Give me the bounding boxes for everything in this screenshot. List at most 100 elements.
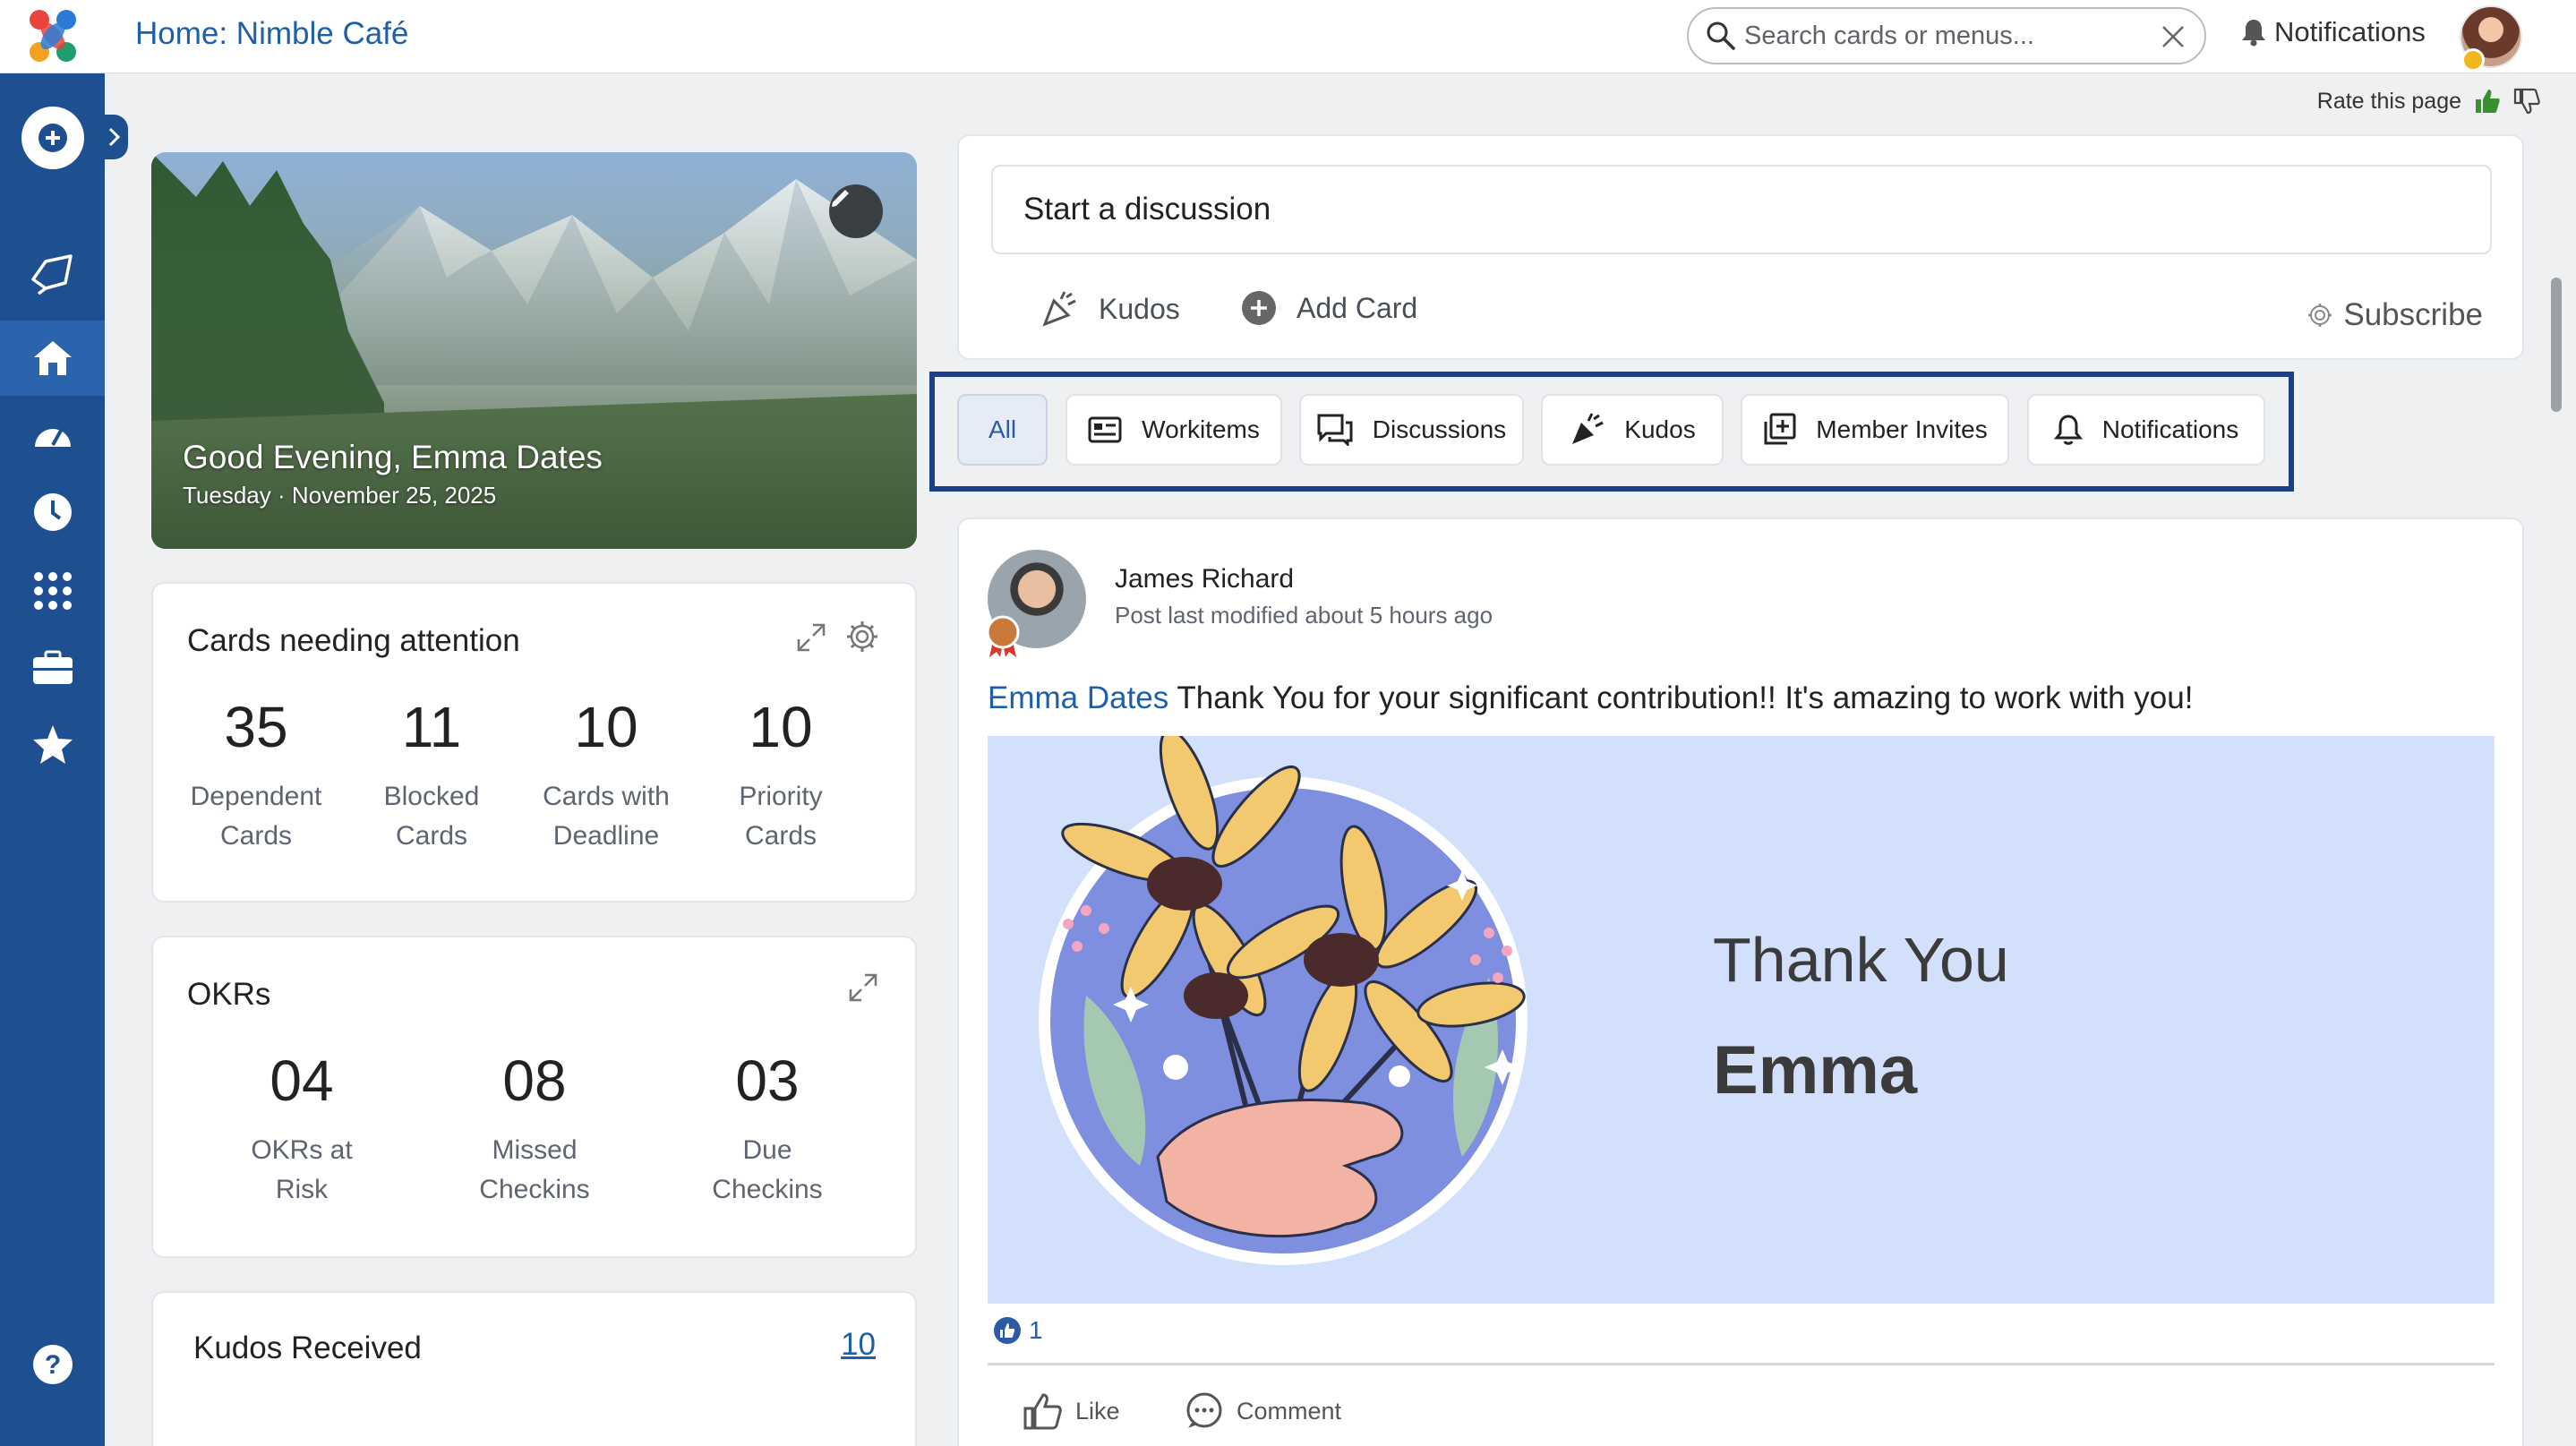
post-message: Emma Dates Thank You for your significan…	[988, 680, 2193, 716]
like-reaction-icon	[994, 1317, 1021, 1344]
search-icon	[1703, 18, 1739, 54]
greeting-date: Tuesday · November 25, 2025	[183, 482, 497, 509]
help-button[interactable]: ?	[0, 1329, 105, 1400]
metric-label: Missed	[492, 1135, 578, 1165]
settings-gear-icon[interactable]	[845, 620, 879, 654]
nav-favorites[interactable]	[0, 708, 105, 780]
like-button[interactable]: Like	[1023, 1392, 1120, 1430]
search-box[interactable]	[1687, 7, 2206, 64]
nav-home[interactable]	[0, 321, 105, 396]
reaction-count[interactable]: 1	[993, 1316, 1043, 1345]
expand-icon[interactable]	[847, 971, 879, 1004]
kudos-image-line-2: Emma	[1713, 1032, 1918, 1108]
apps-grid-icon	[33, 572, 72, 610]
add-icon	[21, 107, 84, 169]
metric-label: Dependent	[190, 782, 322, 811]
nav-work[interactable]	[0, 632, 105, 704]
start-discussion-input[interactable]: Start a discussion	[991, 165, 2492, 254]
okrs-title: OKRs	[187, 977, 271, 1012]
add-member-icon	[1764, 413, 1796, 445]
medal-badge-icon	[986, 615, 1020, 657]
filter-tab-all[interactable]: All	[957, 394, 1048, 466]
metric-value: 04	[270, 1048, 334, 1113]
star-icon	[32, 725, 73, 764]
metric-label: Checkins	[479, 1175, 590, 1204]
mention-link[interactable]: Emma Dates	[988, 680, 1168, 715]
gear-icon	[2308, 304, 2332, 327]
metric-label: Risk	[275, 1175, 329, 1204]
like-label: Like	[1075, 1397, 1120, 1425]
likes-count: 1	[1029, 1316, 1043, 1344]
metric-priority-cards[interactable]: 10 Priority Cards	[700, 698, 861, 856]
kudos-action-label: Kudos	[1099, 292, 1180, 325]
rate-page: Rate this page	[2317, 88, 2540, 115]
metric-value: 03	[735, 1048, 800, 1113]
metric-blocked-cards[interactable]: 11 Blocked Cards	[351, 698, 512, 856]
comment-button[interactable]: Comment	[1185, 1392, 1341, 1430]
nav-apps[interactable]	[0, 555, 105, 627]
clear-search-icon[interactable]	[2158, 21, 2188, 52]
metric-value: 08	[502, 1048, 567, 1113]
notifications-button[interactable]: Notifications	[2240, 16, 2426, 48]
add-card-button[interactable]: Add Card	[1241, 290, 1417, 326]
metric-label: Deadline	[552, 821, 660, 851]
kudos-image-line-1: Thank You	[1713, 925, 2009, 995]
expand-icon[interactable]	[795, 621, 827, 654]
subscribe-button[interactable]: Subscribe	[2307, 297, 2483, 333]
filter-tab-notifications[interactable]: Notifications	[2027, 394, 2265, 466]
metric-label: Cards	[395, 821, 468, 851]
page-scrollbar[interactable]	[2551, 278, 2562, 412]
collapse-nav-button[interactable]	[101, 115, 128, 159]
filter-tab-label: Kudos	[1624, 415, 1696, 443]
bell-icon	[2242, 20, 2265, 47]
discussion-composer: Start a discussion Kudos Add Card Subscr…	[957, 134, 2524, 360]
metric-value: 10	[749, 695, 813, 759]
party-popper-icon	[1572, 413, 1604, 444]
id-card-icon	[1088, 416, 1122, 443]
filter-tab-workitems[interactable]: Workitems	[1065, 394, 1282, 466]
nav-nimble-cafe[interactable]	[0, 238, 105, 310]
metric-cards-with-deadline[interactable]: 10 Cards with Deadline	[526, 698, 687, 856]
kudos-action-button[interactable]: Kudos	[1041, 290, 1180, 328]
rate-page-label: Rate this page	[2316, 88, 2461, 114]
dashboard-icon	[34, 428, 71, 447]
metric-missed-checkins[interactable]: 08 Missed Checkins	[445, 1052, 624, 1210]
nav-dashboard[interactable]	[0, 398, 105, 470]
metric-okrs-at-risk[interactable]: 04 OKRs at Risk	[212, 1052, 391, 1210]
search-input[interactable]	[1744, 21, 2138, 51]
thumbs-up-icon[interactable]	[2474, 88, 2501, 115]
post-author[interactable]: James Richard	[1115, 564, 1294, 595]
filter-tab-label: Workitems	[1142, 415, 1260, 443]
attention-card: Cards needing attention 35 Dependent Card…	[151, 582, 917, 903]
metric-dependent-cards[interactable]: 35 Dependent Cards	[175, 698, 337, 856]
comment-icon	[1186, 1392, 1222, 1428]
nimble-logo-icon	[29, 10, 76, 62]
nav-recent[interactable]	[0, 476, 105, 548]
help-icon: ?	[32, 1345, 73, 1384]
kudos-received-count[interactable]: 10	[841, 1327, 876, 1363]
user-badge-icon	[2461, 48, 2485, 72]
filter-tab-member-invites[interactable]: Member Invites	[1741, 394, 2009, 466]
user-avatar[interactable]	[2460, 5, 2522, 72]
feed-post: James Richard Post last modified about 5…	[957, 518, 2524, 1446]
post-message-text: Thank You for your significant contribut…	[1168, 680, 2194, 715]
app-logo[interactable]	[0, 0, 105, 73]
thumbs-down-icon[interactable]	[2513, 88, 2540, 115]
filter-tab-label: Discussions	[1372, 415, 1507, 443]
kudos-received-title: Kudos Received	[193, 1330, 422, 1365]
okrs-card: OKRs 04 OKRs at Risk 08 Missed Checkins 03…	[151, 936, 917, 1258]
edit-banner-button[interactable]	[829, 184, 883, 238]
notifications-label: Notifications	[2274, 16, 2426, 47]
post-divider	[988, 1363, 2495, 1365]
metric-due-checkins[interactable]: 03 Due Checkins	[678, 1052, 857, 1210]
chat-bubbles-icon	[1317, 414, 1353, 446]
metric-value: 35	[224, 695, 288, 759]
post-meta: Post last modified about 5 hours ago	[1115, 602, 1493, 629]
filter-tab-discussions[interactable]: Discussions	[1299, 394, 1524, 466]
metric-label: Due	[742, 1135, 792, 1165]
add-button[interactable]	[0, 102, 105, 174]
kudos-received-card: Kudos Received 10	[151, 1291, 917, 1446]
kudos-image: Thank You Emma	[988, 736, 2495, 1304]
plus-circle-icon	[1242, 291, 1276, 325]
filter-tab-kudos[interactable]: Kudos	[1541, 394, 1724, 466]
